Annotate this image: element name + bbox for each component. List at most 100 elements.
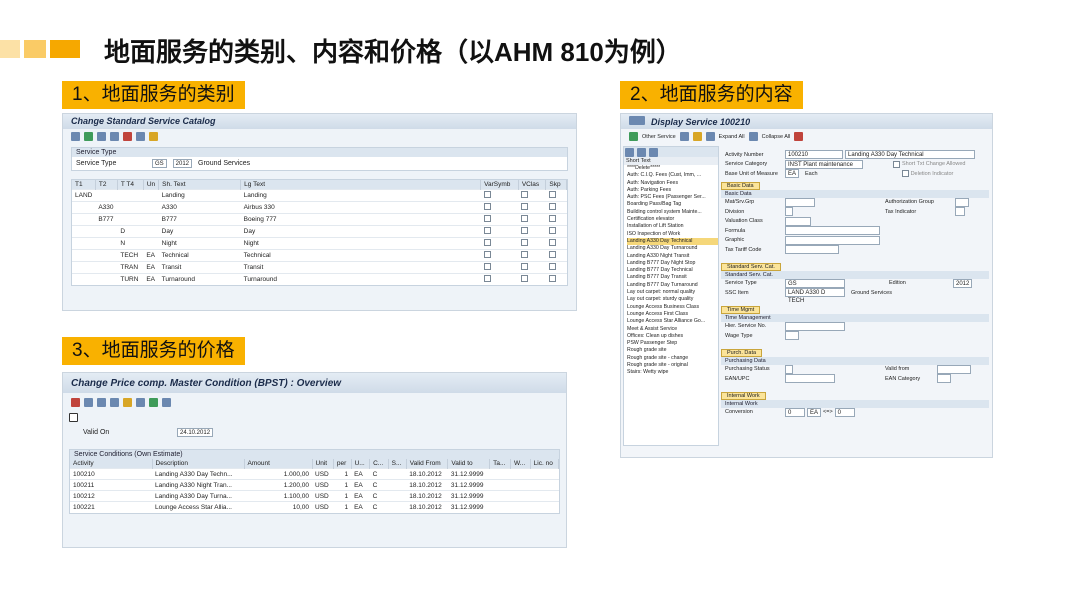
cancel-icon[interactable]: [123, 132, 132, 141]
w-cell[interactable]: [510, 501, 531, 513]
col-unit-cell[interactable]: EA: [143, 249, 159, 262]
col-t4-cell[interactable]: TRAN: [117, 261, 144, 274]
col-unit-cell[interactable]: [143, 225, 159, 238]
tree-item[interactable]: Landing A330 Day Turnaround: [627, 245, 718, 252]
wage-field[interactable]: [785, 331, 799, 341]
tree-item[interactable]: Landing B777 Day Night Stop: [627, 260, 718, 267]
collapse-all-button[interactable]: Collapse All: [762, 134, 791, 140]
col-t1-cell[interactable]: [72, 261, 96, 274]
col-amount[interactable]: Amount: [244, 459, 313, 469]
uom-cell[interactable]: EA: [351, 501, 370, 513]
col-t1[interactable]: T1: [72, 180, 96, 190]
table-row[interactable]: TECH EA Technical Technical: [72, 249, 567, 262]
valid-from-cell[interactable]: 18.10.2012: [406, 468, 448, 480]
short-text-cell[interactable]: Night: [158, 237, 241, 250]
display-icon[interactable]: [692, 132, 702, 141]
valid-to-cell[interactable]: 31.12.9999: [447, 468, 490, 480]
table-row[interactable]: LAND Landing Landing: [72, 189, 567, 202]
row-checkbox[interactable]: [548, 227, 556, 234]
col-t4-cell[interactable]: TURN: [117, 273, 144, 285]
tree-item[interactable]: Lay out carpet: sturdy quality: [627, 296, 718, 303]
long-text-cell[interactable]: Boeing 777: [240, 213, 481, 226]
select-all-icon[interactable]: [136, 132, 145, 141]
valid-from-cell[interactable]: 18.10.2012: [406, 490, 448, 502]
short-text-cell[interactable]: B777: [158, 213, 241, 226]
ssc-field[interactable]: LAND A330 D TECH: [785, 288, 845, 304]
col-unit[interactable]: Un: [143, 180, 160, 190]
w-cell[interactable]: [510, 479, 531, 491]
delete-icon[interactable]: [110, 132, 119, 141]
ta-cell[interactable]: [489, 490, 511, 502]
col-t2-cell[interactable]: [95, 237, 118, 250]
c-cell[interactable]: C: [369, 501, 389, 513]
menu-icon[interactable]: [629, 116, 645, 125]
copy-icon[interactable]: [123, 397, 132, 407]
amount-cell[interactable]: 1.100,00: [244, 490, 312, 502]
per-cell[interactable]: 1: [333, 468, 352, 480]
unit-cell[interactable]: USD: [312, 501, 334, 513]
col-lic[interactable]: Lic. no: [530, 459, 560, 469]
col-short-text[interactable]: Sh. Text: [158, 180, 242, 190]
activity-cell[interactable]: 100221: [70, 501, 152, 513]
row-checkbox[interactable]: [521, 203, 529, 210]
short-text-cell[interactable]: Technical: [158, 249, 241, 262]
category-select[interactable]: INST Plant maintenance: [785, 159, 863, 169]
edition-field[interactable]: 2012: [953, 278, 973, 288]
scales-icon[interactable]: [162, 397, 171, 407]
matgrp-field[interactable]: [785, 197, 815, 207]
row-checkbox[interactable]: [548, 251, 556, 258]
row-checkbox[interactable]: [548, 263, 556, 270]
c-cell[interactable]: C: [369, 479, 389, 491]
unit-cell[interactable]: USD: [312, 479, 334, 491]
tree-item[interactable]: Stairs: Wetty wipe: [627, 369, 718, 376]
col-t1-cell[interactable]: LAND: [72, 189, 96, 202]
long-text-cell[interactable]: Airbus 330: [240, 201, 481, 214]
conversion-field-1[interactable]: 0: [785, 407, 805, 417]
col-unit-cell[interactable]: [143, 189, 159, 202]
tax-indicator-field[interactable]: [955, 207, 965, 217]
tree-item[interactable]: Installation of Lift Station: [627, 223, 718, 230]
table-row[interactable]: TURN EA Turnaround Turnaround: [72, 273, 567, 285]
col-t1-cell[interactable]: [72, 237, 96, 250]
division-field[interactable]: [785, 207, 793, 217]
col-t2-cell[interactable]: [95, 225, 118, 238]
col-long-text[interactable]: Lg Text: [240, 180, 482, 190]
table-row[interactable]: N Night Night: [72, 237, 567, 250]
conversion-unit[interactable]: EA: [807, 407, 822, 417]
w-cell[interactable]: [510, 490, 531, 502]
uom-field[interactable]: EA: [785, 169, 800, 179]
amount-cell[interactable]: 10,00: [244, 501, 312, 513]
tree-nav-icon[interactable]: [625, 148, 634, 157]
col-t4-cell[interactable]: [117, 201, 144, 214]
other-service-button[interactable]: Other Service: [642, 134, 676, 140]
tree-item[interactable]: Landing B777 Day Transit: [627, 274, 718, 281]
standard-cat-button[interactable]: Standard Serv. Cat.: [721, 262, 781, 271]
tree-item[interactable]: Certification elevator: [627, 216, 718, 223]
col-t1-cell[interactable]: [72, 225, 96, 238]
activity-cell[interactable]: 100212: [70, 490, 152, 502]
internal-work-button[interactable]: Internal Work: [721, 391, 766, 400]
long-text-cell[interactable]: Landing: [240, 189, 481, 202]
tree-item[interactable]: Landing B777 Day Turnaround: [627, 282, 718, 289]
col-s[interactable]: S...: [388, 459, 407, 469]
col-t2[interactable]: T2: [95, 180, 118, 190]
lic-cell[interactable]: [530, 479, 559, 491]
check-icon[interactable]: [149, 397, 158, 407]
tree-item[interactable]: Landing A330 Day Technical: [627, 237, 718, 246]
details-icon[interactable]: [97, 397, 106, 407]
graphic-select[interactable]: [785, 235, 880, 245]
col-t2-cell[interactable]: [95, 273, 118, 285]
tree-item[interactable]: Auth: Parking Fees: [627, 187, 718, 194]
auth-group-field[interactable]: [955, 197, 969, 207]
row-checkbox[interactable]: [548, 215, 556, 222]
s-cell[interactable]: [388, 468, 407, 480]
col-t1-cell[interactable]: [72, 201, 96, 214]
document-icon[interactable]: [69, 413, 78, 422]
row-checkbox[interactable]: [548, 191, 556, 198]
tree-item[interactable]: Lounge Access Star Alliance Go...: [627, 318, 718, 325]
valuation-field[interactable]: [785, 216, 811, 226]
row-checkbox[interactable]: [521, 191, 529, 198]
ean-field[interactable]: [785, 374, 835, 384]
tree-nav-icon[interactable]: [637, 148, 646, 157]
long-text-cell[interactable]: Day: [240, 225, 481, 238]
